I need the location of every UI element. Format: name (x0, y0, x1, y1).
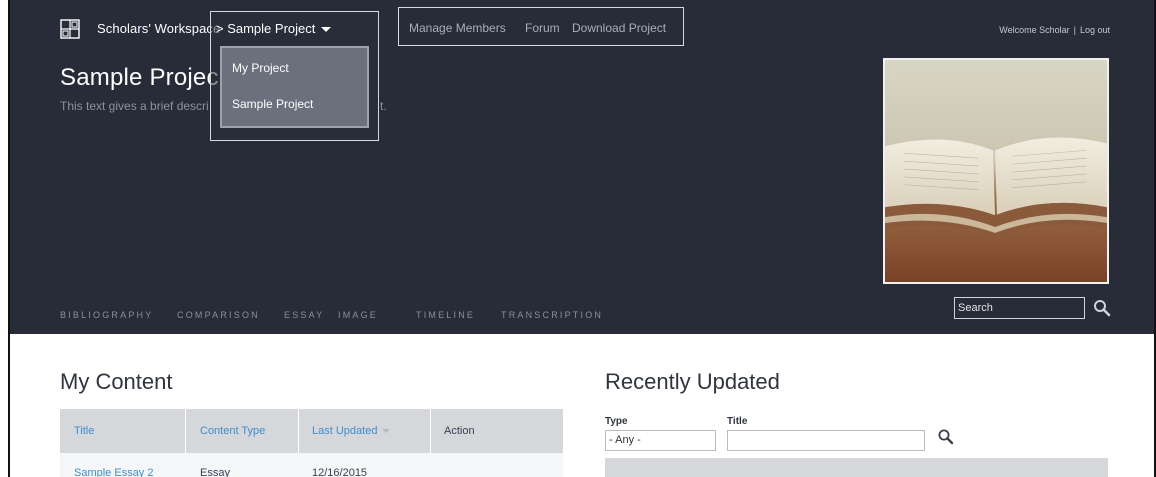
title-filter-input[interactable] (727, 430, 925, 451)
recently-updated-title: Recently Updated (605, 369, 780, 394)
menu-item-my-project[interactable]: My Project (232, 61, 289, 75)
my-content-table-header: Title Content Type Last Updated Action (60, 409, 563, 453)
nav-bibliography[interactable]: BIBLIOGRAPHY (60, 310, 153, 320)
title-filter-label: Title (727, 416, 748, 427)
site-name-link[interactable]: Scholars' Workspace (97, 21, 220, 36)
manage-members-link[interactable]: Manage Members (409, 21, 506, 35)
search-icon[interactable] (936, 427, 956, 447)
page-title: Sample Projec (60, 64, 219, 91)
forum-link[interactable]: Forum (525, 21, 560, 35)
type-filter-select[interactable]: - Any - (605, 430, 716, 451)
project-dropdown-menu: My Project Sample Project (220, 46, 369, 128)
project-image (883, 58, 1109, 284)
welcome-text: Welcome Scholar (999, 25, 1070, 35)
column-action: Action (444, 425, 475, 437)
type-filter-label: Type (605, 416, 628, 427)
user-menu: Welcome Scholar | Log out (999, 25, 1110, 35)
nav-comparison[interactable]: COMPARISON (177, 310, 260, 320)
column-content-type[interactable]: Content Type (200, 409, 265, 453)
caret-down-icon (321, 27, 332, 33)
menu-item-sample-project[interactable]: Sample Project (232, 97, 313, 111)
separator: | (1073, 25, 1076, 35)
page-frame: Scholars' Workspace Manage Members Forum… (8, 0, 1156, 477)
nav-essay[interactable]: ESSAY (284, 310, 324, 320)
project-description-tail: t. (380, 99, 387, 113)
search-input[interactable] (954, 297, 1085, 319)
nav-transcription[interactable]: TRANSCRIPTION (501, 310, 603, 320)
row-title-link[interactable]: Sample Essay 2 (74, 467, 153, 477)
project-description: This text gives a brief descri (60, 99, 209, 113)
search-icon[interactable] (1092, 298, 1112, 318)
my-content-title: My Content (60, 369, 173, 394)
column-last-updated[interactable]: Last Updated (312, 409, 391, 453)
recently-updated-table-header (605, 458, 1108, 477)
header-banner: Scholars' Workspace Manage Members Forum… (10, 0, 1154, 334)
download-project-link[interactable]: Download Project (572, 21, 666, 35)
column-title[interactable]: Title (74, 409, 94, 453)
project-selector-dropdown[interactable]: > Sample Project My Project Sample Proje… (210, 11, 379, 141)
logout-link[interactable]: Log out (1080, 25, 1110, 35)
table-row: Sample Essay 2 Essay 12/16/2015 (60, 453, 563, 477)
top-nav: Manage Members Forum Download Project (398, 7, 684, 46)
project-selector-label[interactable]: > Sample Project (216, 21, 332, 36)
row-content-type: Essay (200, 467, 230, 477)
nav-timeline[interactable]: TIMELINE (416, 310, 475, 320)
sort-arrow-icon (382, 429, 391, 434)
nav-image[interactable]: IMAGE (338, 310, 378, 320)
logo-icon[interactable] (60, 19, 80, 39)
row-last-updated: 12/16/2015 (312, 467, 368, 477)
